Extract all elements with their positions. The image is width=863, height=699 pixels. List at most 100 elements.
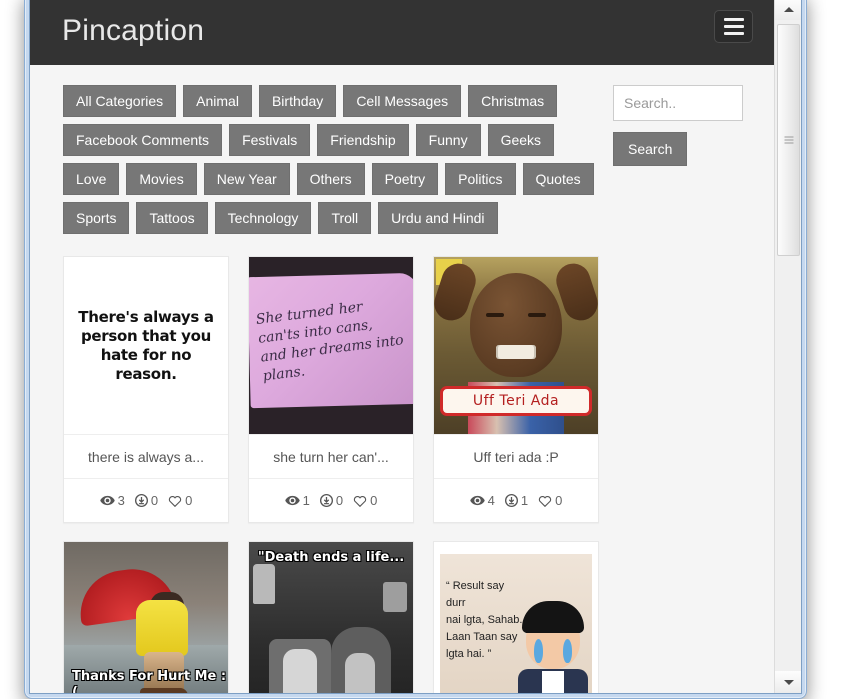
meme-caption-banner: Uff Teri Ada [440,386,592,416]
category-button-all-categories[interactable]: All Categories [63,85,177,117]
overlay-text-line-1: “ Result say durr [446,580,505,609]
kid-head [470,273,562,377]
kid-right-eye [528,313,546,317]
pin-thumbnail[interactable]: There's always a person that you hate fo… [64,257,228,434]
search-input[interactable] [613,85,743,121]
eye-icon [284,495,300,506]
pin-stats: 4 1 0 [434,478,598,522]
category-button-others[interactable]: Others [296,163,365,195]
hamburger-bar-2 [723,25,744,28]
overlay-text: “ Result say durr nai lgta, Sahab. Laan … [446,578,526,663]
category-button-troll[interactable]: Troll [318,202,372,234]
pin-stats: 3 0 0 [64,478,228,522]
category-button-technology[interactable]: Technology [214,202,312,234]
category-button-poetry[interactable]: Poetry [371,163,439,195]
pin-image-pink-notebook: She turned her can'ts into cans, and her… [249,257,413,434]
scroll-up-button[interactable] [775,0,801,20]
category-button-animal[interactable]: Animal [183,85,252,117]
pin-thumbnail[interactable]: “ Result say durr nai lgta, Sahab. Laan … [434,542,598,693]
pin-card[interactable]: "Death ends a life... [248,541,414,693]
pin-thumbnail[interactable]: Thanks For Hurt Me :( [64,542,228,693]
category-button-festivals[interactable]: Festivals [229,124,311,156]
category-button-geeks[interactable]: Geeks [487,124,555,156]
character-hair [522,601,584,633]
pin-image-smiling-kid: ▲ Uff Teri Ada [434,257,598,434]
category-button-christmas[interactable]: Christmas [468,85,558,117]
views-stat: 4 [469,493,495,508]
pin-card[interactable]: There's always a person that you hate fo… [63,256,229,523]
pin-thumbnail[interactable]: "Death ends a life... [249,542,413,693]
pin-card[interactable]: ▲ Uff Teri Ada [433,256,599,523]
pin-card[interactable]: Thanks For Hurt Me :( Thanks for hurtin.… [63,541,229,693]
hamburger-bar-3 [723,32,744,35]
pin-thumbnail[interactable]: She turned her can'ts into cans, and her… [249,257,413,434]
pin-thumbnail[interactable]: ▲ Uff Teri Ada [434,257,598,434]
pin-image-quote-hate: There's always a person that you hate fo… [64,257,228,434]
kid-teeth [496,345,536,359]
right-tear [563,639,572,663]
category-button-facebook-comments[interactable]: Facebook Comments [63,124,223,156]
eye-icon [469,495,485,506]
heart-icon [168,495,182,507]
chevron-up-icon [783,6,794,12]
hamburger-menu-icon[interactable] [714,10,753,43]
category-button-quotes[interactable]: Quotes [522,163,594,195]
pin-caption: Uff teri ada :P [434,434,598,478]
kid-left-eye [486,313,504,317]
downloads-count: 1 [520,493,529,508]
left-tear [534,639,543,663]
vertical-scrollbar[interactable] [774,0,801,693]
category-button-politics[interactable]: Politics [445,163,516,195]
overlay-text-line-3: Laan Taan say [446,631,518,643]
pin-grid: There's always a person that you hate fo… [63,256,763,693]
likes-stat: 0 [168,493,192,508]
page-content: All Categories Animal Birthday Cell Mess… [30,65,786,693]
downloads-stat: 0 [319,493,344,508]
category-button-new-year[interactable]: New Year [203,163,290,195]
downloads-count: 0 [150,493,159,508]
scrollbar-grip-icon [784,136,793,144]
scrollbar-thumb[interactable] [777,24,800,256]
pin-image-crying-cartoon: “ Result say durr nai lgta, Sahab. Laan … [434,542,598,693]
character-carl [283,649,317,693]
downloads-count: 0 [335,493,344,508]
category-button-cell-messages[interactable]: Cell Messages [343,85,462,117]
navbar: Pincaption [30,0,786,65]
category-button-sports[interactable]: Sports [63,202,130,234]
site-brand[interactable]: Pincaption [62,10,204,52]
search-area: Search [613,85,743,166]
downloads-stat: 0 [134,493,159,508]
pin-card[interactable]: “ Result say durr nai lgta, Sahab. Laan … [433,541,599,693]
category-button-movies[interactable]: Movies [126,163,197,195]
likes-stat: 0 [538,493,562,508]
eye-icon [99,495,115,506]
category-button-birthday[interactable]: Birthday [258,85,337,117]
overlay-text: Thanks For Hurt Me :( [72,669,227,693]
overlay-text-line-2: nai lgta, Sahab. [446,614,523,626]
views-count: 4 [487,493,495,508]
pin-image-umbrella-girl: Thanks For Hurt Me :( [64,542,228,693]
search-button[interactable]: Search [613,132,688,166]
page-viewport: Pincaption All Categories Animal Birthda… [30,0,786,693]
category-button-funny[interactable]: Funny [415,124,481,156]
category-button-friendship[interactable]: Friendship [317,124,409,156]
views-count: 1 [302,493,310,508]
pin-card[interactable]: She turned her can'ts into cans, and her… [248,256,414,523]
download-icon [504,494,518,507]
chevron-down-icon [783,679,794,685]
browser-window: Pincaption All Categories Animal Birthda… [24,0,807,699]
views-count: 3 [117,493,125,508]
category-button-urdu-and-hindi[interactable]: Urdu and Hindi [378,202,498,234]
right-lamp [383,582,407,612]
category-filter-list: All Categories Animal Birthday Cell Mess… [63,85,603,234]
category-button-tattoos[interactable]: Tattoos [136,202,208,234]
likes-count: 0 [555,493,563,508]
likes-count: 0 [370,493,378,508]
category-button-love[interactable]: Love [63,163,120,195]
left-lamp [253,564,275,604]
likes-stat: 0 [353,493,377,508]
likes-count: 0 [185,493,193,508]
download-icon [134,494,148,507]
scroll-down-button[interactable] [775,671,801,693]
crying-character [516,593,590,693]
